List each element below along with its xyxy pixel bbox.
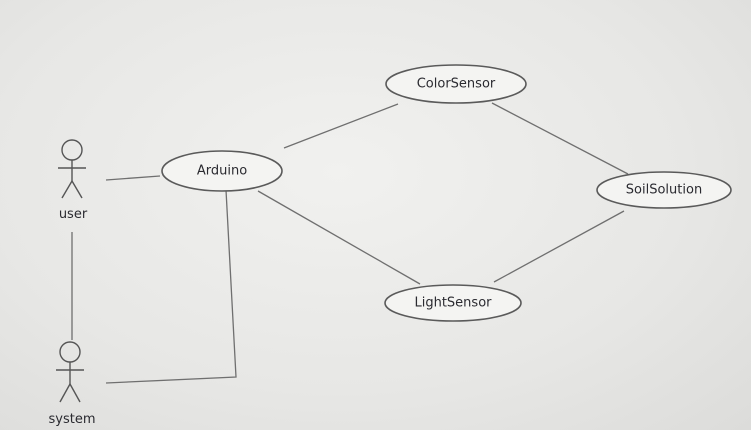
actor-user-figure — [58, 139, 86, 199]
use-case-lightsensor-label: LightSensor — [414, 296, 492, 311]
edge-lightsensor-soilsolution — [493, 210, 625, 283]
actor-user: user — [58, 139, 88, 222]
edge-arduino-lightsensor — [257, 190, 421, 285]
actor-user-label: user — [59, 207, 88, 222]
actor-system: system — [49, 341, 96, 427]
diagram-canvas: user system Arduino ColorSensor SoilSolu… — [0, 0, 751, 430]
use-case-colorsensor: ColorSensor — [385, 64, 527, 104]
use-case-arduino-label: Arduino — [197, 164, 247, 179]
use-case-soilsolution: SoilSolution — [596, 171, 732, 209]
use-case-diagram: user system Arduino ColorSensor SoilSolu… — [49, 64, 732, 427]
edge-colorsensor-soilsolution — [491, 102, 629, 175]
use-case-lightsensor: LightSensor — [384, 284, 522, 322]
edge-arduino-colorsensor — [283, 103, 399, 149]
edge-user-arduino — [105, 175, 161, 181]
use-case-arduino: Arduino — [161, 150, 283, 192]
use-case-colorsensor-label: ColorSensor — [417, 77, 496, 92]
actor-system-figure — [56, 341, 84, 403]
edge-system-arduino — [105, 189, 237, 384]
use-case-soilsolution-label: SoilSolution — [626, 183, 702, 198]
actor-system-label: system — [49, 412, 96, 427]
